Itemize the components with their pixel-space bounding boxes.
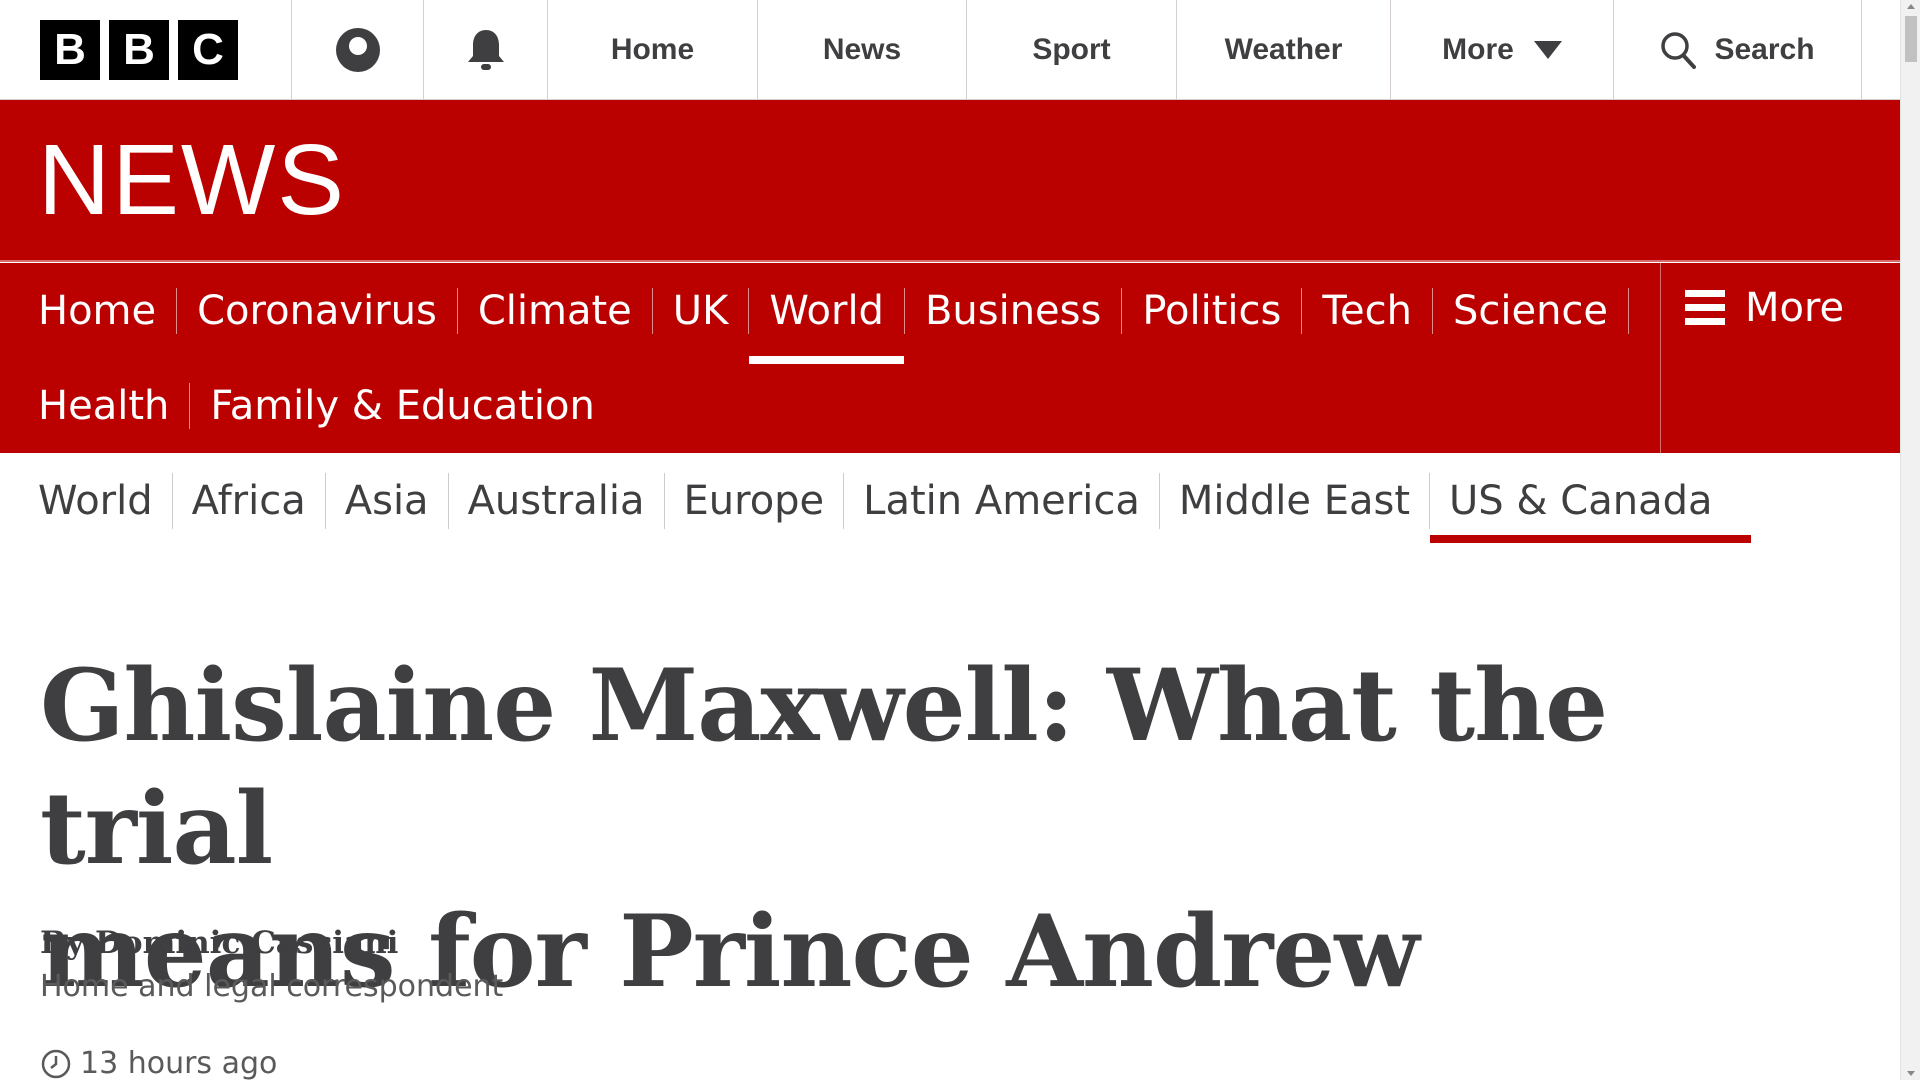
subnav-latin-america[interactable]: Latin America bbox=[844, 472, 1160, 529]
section-nav-row-1: Home Coronavirus Climate UK World Busine… bbox=[38, 263, 1638, 364]
notifications-button[interactable] bbox=[424, 0, 548, 100]
section-nav-more-button[interactable]: More bbox=[1685, 285, 1844, 331]
byline-author: By Dominic Casciani bbox=[40, 925, 399, 961]
bell-icon bbox=[467, 30, 504, 70]
world-sub-navigation: World Africa Asia Australia Europe Latin… bbox=[38, 453, 1750, 548]
global-nav-sport[interactable]: Sport bbox=[967, 0, 1177, 100]
section-nav-row-2: Health Family & Education bbox=[38, 358, 1638, 453]
logo-letter-b1: B bbox=[40, 20, 100, 80]
section-nav-world[interactable]: World bbox=[749, 287, 905, 364]
section-nav-business[interactable]: Business bbox=[905, 287, 1123, 334]
section-nav-coronavirus[interactable]: Coronavirus bbox=[177, 287, 458, 334]
subnav-africa[interactable]: Africa bbox=[173, 472, 326, 529]
global-nav-home[interactable]: Home bbox=[548, 0, 758, 100]
global-nav-more-label: More bbox=[1442, 33, 1514, 66]
section-nav-climate[interactable]: Climate bbox=[458, 287, 653, 334]
section-nav-health[interactable]: Health bbox=[38, 382, 191, 429]
section-nav-family-education[interactable]: Family & Education bbox=[190, 383, 614, 429]
news-wordmark[interactable]: NEWS bbox=[38, 130, 346, 230]
section-nav-more-label: More bbox=[1745, 285, 1845, 331]
news-banner: NEWS bbox=[0, 100, 1900, 262]
scroll-up-arrow-icon[interactable] bbox=[1907, 4, 1915, 9]
search-button[interactable]: Search bbox=[1614, 0, 1862, 100]
section-nav-science[interactable]: Science bbox=[1433, 287, 1630, 334]
logo-letter-b2: B bbox=[109, 20, 169, 80]
section-nav-home[interactable]: Home bbox=[38, 287, 178, 334]
scrollbar-thumb[interactable] bbox=[1905, 16, 1917, 62]
byline: By Dominic Casciani Home and legal corre… bbox=[40, 925, 503, 1004]
subnav-us-canada[interactable]: US & Canada bbox=[1430, 473, 1750, 543]
headline-line-1: Ghislaine Maxwell: What the trial bbox=[40, 648, 1608, 887]
section-nav-list: Home Coronavirus Climate UK World Busine… bbox=[38, 263, 1638, 453]
search-label: Search bbox=[1714, 33, 1815, 66]
global-navigation: B B C Home News Sport Weather More Searc… bbox=[0, 0, 1900, 100]
logo-letter-c: C bbox=[178, 20, 238, 80]
search-icon bbox=[1661, 32, 1697, 69]
global-nav-weather[interactable]: Weather bbox=[1177, 0, 1391, 100]
global-nav-news[interactable]: News bbox=[758, 0, 967, 100]
subnav-asia[interactable]: Asia bbox=[326, 472, 449, 529]
bbc-logo-link[interactable]: B B C bbox=[0, 0, 292, 100]
byline-role: Home and legal correspondent bbox=[40, 969, 504, 1004]
bbc-logo: B B C bbox=[40, 20, 238, 80]
section-nav-tech[interactable]: Tech bbox=[1302, 287, 1433, 334]
account-button[interactable] bbox=[292, 0, 424, 100]
clock-icon bbox=[41, 1049, 71, 1078]
subnav-world[interactable]: World bbox=[38, 472, 173, 529]
subnav-australia[interactable]: Australia bbox=[449, 472, 665, 529]
section-nav-more-panel: More bbox=[1660, 263, 1900, 453]
section-nav-uk[interactable]: UK bbox=[653, 287, 750, 334]
timestamp-text: 13 hours ago bbox=[80, 1046, 278, 1080]
page-scrollbar[interactable] bbox=[1900, 0, 1920, 1080]
caret-down-icon bbox=[1533, 41, 1562, 59]
user-icon bbox=[335, 28, 380, 72]
section-navigation: Home Coronavirus Climate UK World Busine… bbox=[0, 263, 1900, 453]
menu-icon bbox=[1685, 290, 1725, 325]
global-nav-more-button[interactable]: More bbox=[1391, 0, 1614, 100]
scroll-down-arrow-icon[interactable] bbox=[1907, 1071, 1915, 1076]
subnav-europe[interactable]: Europe bbox=[665, 472, 845, 529]
subnav-middle-east[interactable]: Middle East bbox=[1160, 472, 1430, 529]
article-timestamp: 13 hours ago bbox=[40, 1046, 277, 1080]
section-nav-politics[interactable]: Politics bbox=[1122, 287, 1303, 334]
